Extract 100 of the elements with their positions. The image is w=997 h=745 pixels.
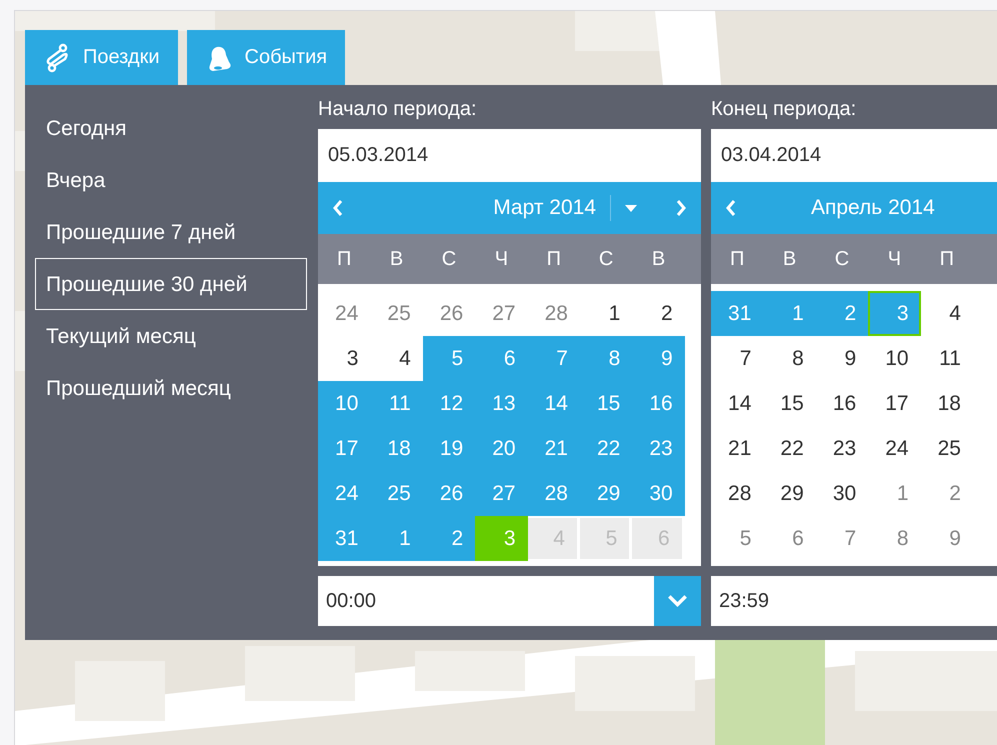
tab[interactable]: Поездки — [25, 30, 178, 85]
calendar-day[interactable]: 18 — [920, 381, 973, 426]
calendar-day[interactable]: 9 — [920, 516, 973, 561]
calendar-day[interactable]: 31 — [318, 516, 370, 561]
calendar-day[interactable]: 28 — [528, 471, 580, 516]
weekday-label: П — [938, 247, 955, 272]
calendar-day[interactable]: 5 — [422, 336, 476, 381]
calendar-day[interactable]: 28 — [711, 471, 764, 516]
calendar-day[interactable]: 1 — [868, 471, 921, 516]
calendar-day[interactable]: 8 — [580, 336, 632, 381]
calendar-day[interactable]: 3 — [475, 516, 528, 561]
calendar-day[interactable]: 2 — [816, 291, 868, 336]
calendar-day[interactable]: 16 — [632, 381, 685, 426]
next-month-icon[interactable] — [675, 199, 687, 217]
weekday-label: Ч — [494, 247, 510, 272]
field-label: Начало периода: — [318, 97, 478, 122]
month-title[interactable]: Апрель 2014 — [811, 196, 935, 220]
calendar-day[interactable]: 4 — [920, 291, 973, 336]
calendar-day[interactable]: 24 — [868, 426, 921, 471]
preset-item[interactable]: Прошедший месяц — [35, 368, 307, 408]
weekday-label: П — [336, 247, 352, 272]
calendar-day[interactable]: 31 — [711, 291, 764, 336]
date-field[interactable]: 05.03.2014 — [318, 129, 701, 182]
calendar-day[interactable]: 15 — [580, 381, 632, 426]
calendar-day[interactable]: 23 — [632, 426, 685, 471]
caret-icon[interactable] — [625, 204, 637, 212]
weekday-label: П — [546, 247, 562, 272]
calendar-day[interactable]: 7 — [816, 516, 868, 561]
preset-item[interactable]: Текущий месяц — [35, 316, 307, 356]
calendar-day[interactable]: 14 — [528, 381, 580, 426]
calendar-day[interactable]: 7 — [528, 336, 580, 381]
calendar-day[interactable]: 26 — [422, 291, 476, 336]
calendar-day[interactable]: 28 — [528, 291, 580, 336]
calendar-day[interactable]: 1 — [580, 291, 632, 336]
calendar-day[interactable]: 12 — [422, 381, 476, 426]
calendar-day[interactable]: 26 — [422, 471, 476, 516]
calendar-day[interactable]: 6 — [763, 516, 816, 561]
calendar-day[interactable]: 19 — [422, 426, 476, 471]
calendar-day[interactable]: 30 — [816, 471, 868, 516]
calendar-day[interactable]: 8 — [763, 336, 816, 381]
calendar-day[interactable]: 5 — [711, 516, 764, 561]
weekday-label: С — [834, 247, 850, 272]
calendar-day[interactable]: 29 — [580, 471, 632, 516]
calendar-day[interactable]: 22 — [580, 426, 632, 471]
calendar-day[interactable]: 11 — [920, 336, 973, 381]
calendar-day[interactable]: 27 — [475, 471, 528, 516]
calendar-day[interactable]: 9 — [632, 336, 685, 381]
calendar-day[interactable]: 22 — [763, 426, 816, 471]
calendar-day[interactable]: 9 — [816, 336, 868, 381]
calendar-day[interactable]: 29 — [763, 471, 816, 516]
calendar-day[interactable]: 3 — [318, 336, 370, 381]
preset-item[interactable]: Прошедшие 30 дней — [35, 258, 307, 310]
calendar-day[interactable]: 1 — [763, 291, 816, 336]
calendar-day[interactable]: 13 — [475, 381, 528, 426]
weekday-label: С — [598, 247, 614, 272]
calendar-day[interactable]: 14 — [711, 381, 764, 426]
previous-month-icon[interactable] — [332, 199, 344, 217]
calendar-day[interactable]: 6 — [475, 336, 528, 381]
calendar-day[interactable]: 16 — [816, 381, 868, 426]
calendar-day[interactable]: 25 — [370, 291, 423, 336]
calendar-day[interactable]: 4 — [370, 336, 423, 381]
weekday-label: С — [440, 247, 458, 272]
time-field[interactable]: 23:59 — [711, 576, 997, 626]
calendar-day[interactable]: 7 — [711, 336, 764, 381]
calendar-day[interactable]: 2 — [920, 471, 973, 516]
preset-item[interactable]: Прошедшие 7 дней — [35, 212, 307, 252]
calendar-day[interactable]: 8 — [868, 516, 921, 561]
preset-item[interactable]: Вчера — [35, 160, 307, 200]
previous-month-icon[interactable] — [725, 199, 737, 217]
calendar-day[interactable]: 17 — [318, 426, 370, 471]
field-label: Конец периода: — [711, 97, 858, 122]
dropdown-button[interactable] — [654, 576, 701, 626]
calendar-day[interactable]: 24 — [318, 291, 370, 336]
time-field[interactable]: 00:00 — [318, 576, 654, 626]
calendar-day[interactable]: 23 — [816, 426, 868, 471]
preset-item[interactable]: Сегодня — [35, 108, 307, 148]
month-title[interactable]: Март 2014 — [493, 196, 596, 220]
weekday-label: Ч — [886, 247, 902, 272]
calendar-day[interactable]: 21 — [711, 426, 764, 471]
calendar-day[interactable]: 3 — [868, 291, 921, 336]
calendar-day[interactable]: 30 — [632, 471, 685, 516]
calendar-day[interactable]: 17 — [868, 381, 921, 426]
tab[interactable]: События — [186, 30, 346, 85]
calendar-day[interactable]: 10 — [318, 381, 370, 426]
calendar-day[interactable]: 10 — [868, 336, 921, 381]
calendar-day[interactable]: 2 — [422, 516, 476, 561]
calendar-day[interactable]: 27 — [475, 291, 528, 336]
date-field[interactable]: 03.04.2014 — [711, 129, 997, 182]
calendar-day[interactable]: 1 — [370, 516, 423, 561]
weekday-label: В — [388, 247, 404, 272]
calendar-day[interactable]: 18 — [370, 426, 423, 471]
calendar-day[interactable]: 25 — [370, 471, 423, 516]
calendar-day[interactable]: 24 — [318, 471, 370, 516]
calendar-day[interactable]: 11 — [370, 381, 423, 426]
calendar-day[interactable]: 20 — [475, 426, 528, 471]
weekday-label: В — [650, 247, 666, 272]
calendar-day[interactable]: 21 — [528, 426, 580, 471]
calendar-day[interactable]: 2 — [632, 291, 685, 336]
calendar-day[interactable]: 25 — [920, 426, 973, 471]
calendar-day[interactable]: 15 — [763, 381, 816, 426]
